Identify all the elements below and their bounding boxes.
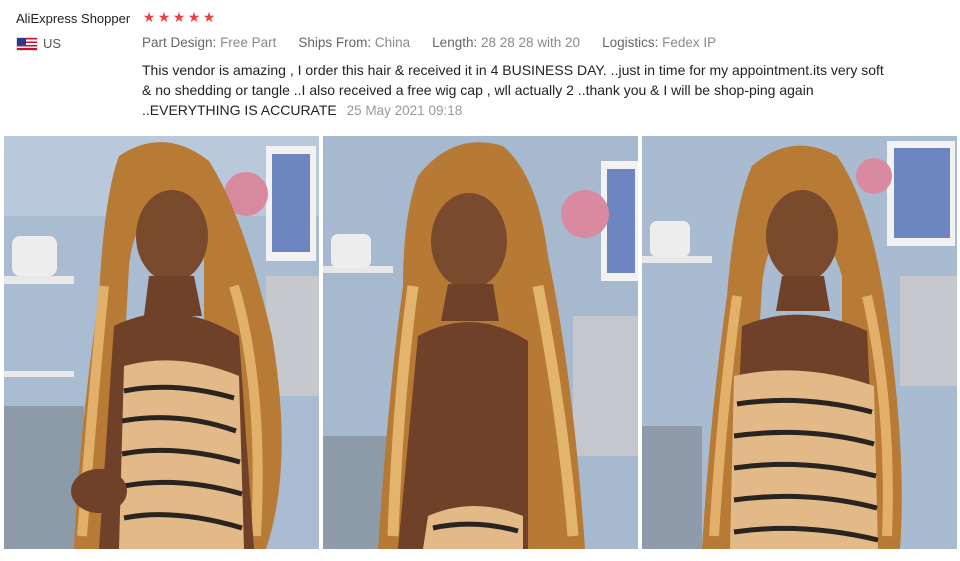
purchase-attributes: Part Design: Free Part Ships From: China… [142, 35, 738, 50]
review-date: 25 May 2021 09:18 [346, 103, 463, 118]
attribute-ships-from: Ships From: China [298, 35, 411, 50]
reviewer-name: AliExpress Shopper [16, 11, 131, 26]
attribute-part-design: Part Design: Free Part [142, 35, 277, 50]
photo-illustration [323, 136, 638, 549]
us-flag-icon [16, 36, 38, 51]
attribute-logistics: Logistics: Fedex IP [602, 35, 717, 50]
review-body: This vendor is amazing , I order this ha… [142, 60, 887, 121]
star-icon: ★ [157, 9, 171, 25]
star-icon: ★ [172, 9, 186, 25]
review-photo-1[interactable] [4, 136, 319, 549]
attribute-length: Length: 28 28 28 with 20 [432, 35, 581, 50]
rating-stars: ★ ★ ★ ★ ★ [142, 9, 216, 25]
star-icon: ★ [187, 9, 201, 25]
review-photo-2[interactable] [323, 136, 638, 549]
reviewer-country: US [16, 36, 61, 51]
review-text: This vendor is amazing , I order this ha… [142, 62, 884, 118]
country-code: US [43, 36, 62, 51]
review-photo-3[interactable] [642, 136, 957, 549]
photo-illustration [642, 136, 957, 549]
star-icon: ★ [202, 9, 216, 25]
photo-illustration [4, 136, 319, 549]
star-icon: ★ [142, 9, 156, 25]
review-photos [4, 136, 957, 549]
